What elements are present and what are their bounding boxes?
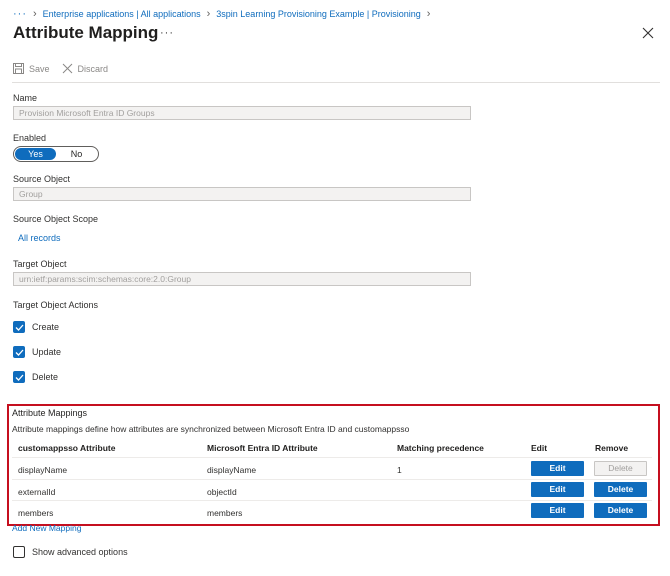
column-header-edit: Edit bbox=[531, 443, 548, 453]
add-new-mapping-link[interactable]: Add New Mapping bbox=[12, 523, 81, 533]
breadcrumb-more-icon[interactable]: ··· bbox=[13, 8, 27, 20]
edit-button[interactable]: Edit bbox=[531, 503, 584, 518]
checkmark-icon bbox=[15, 374, 23, 381]
toolbar: Save Discard bbox=[13, 63, 108, 74]
attribute-mappings-title: Attribute Mappings bbox=[12, 408, 88, 418]
column-header-remove: Remove bbox=[595, 443, 629, 453]
enabled-yes-option[interactable]: Yes bbox=[15, 148, 56, 160]
name-field[interactable]: Provision Microsoft Entra ID Groups bbox=[13, 106, 471, 120]
row-source-attribute: members bbox=[207, 508, 243, 518]
update-checkbox[interactable] bbox=[13, 346, 25, 358]
edit-button[interactable]: Edit bbox=[531, 482, 584, 497]
attribute-mappings-description: Attribute mappings define how attributes… bbox=[12, 424, 410, 434]
target-object-field[interactable]: urn:ietf:params:scim:schemas:core:2.0:Gr… bbox=[13, 272, 471, 286]
advanced-options-label: Show advanced options bbox=[32, 547, 128, 557]
close-icon[interactable] bbox=[642, 27, 654, 39]
chevron-right-icon: › bbox=[33, 8, 37, 20]
all-records-link[interactable]: All records bbox=[18, 233, 61, 243]
discard-icon bbox=[62, 63, 72, 74]
enabled-toggle[interactable]: Yes No bbox=[13, 146, 99, 162]
create-label: Create bbox=[32, 322, 60, 332]
delete-checkbox[interactable] bbox=[13, 371, 25, 383]
column-header-target-attribute: customappsso Attribute bbox=[18, 443, 116, 453]
target-actions-label: Target Object Actions bbox=[13, 300, 99, 310]
update-checkbox-row[interactable]: Update bbox=[13, 346, 61, 358]
header-divider bbox=[12, 457, 652, 458]
source-scope-label: Source Object Scope bbox=[13, 214, 99, 224]
save-label: Save bbox=[29, 63, 50, 74]
row-source-attribute: objectId bbox=[207, 487, 237, 497]
enabled-no-option[interactable]: No bbox=[56, 148, 97, 160]
target-object-label: Target Object bbox=[13, 259, 67, 269]
enabled-label: Enabled bbox=[13, 133, 47, 143]
source-object-label: Source Object bbox=[13, 174, 71, 184]
create-checkbox[interactable] bbox=[13, 321, 25, 333]
discard-label: Discard bbox=[77, 63, 109, 74]
row-target-attribute[interactable]: displayName bbox=[18, 465, 67, 475]
row-source-attribute: displayName bbox=[207, 465, 257, 475]
breadcrumb: ··· › Enterprise applications | All appl… bbox=[13, 7, 430, 21]
row-target-attribute[interactable]: members bbox=[18, 508, 53, 518]
discard-button[interactable]: Discard bbox=[62, 63, 109, 74]
delete-button-disabled: Delete bbox=[594, 461, 647, 476]
delete-button[interactable]: Delete bbox=[594, 503, 647, 518]
edit-button[interactable]: Edit bbox=[531, 461, 584, 476]
advanced-options-row[interactable]: Show advanced options bbox=[13, 546, 128, 558]
breadcrumb-provisioning[interactable]: 3spin Learning Provisioning Example | Pr… bbox=[216, 9, 420, 19]
create-checkbox-row[interactable]: Create bbox=[13, 321, 59, 333]
delete-button[interactable]: Delete bbox=[594, 482, 647, 497]
page-title: Attribute Mapping bbox=[13, 23, 159, 42]
delete-checkbox-row[interactable]: Delete bbox=[13, 371, 58, 383]
checkmark-icon bbox=[15, 324, 23, 331]
column-header-matching-precedence: Matching precedence bbox=[397, 443, 484, 453]
checkmark-icon bbox=[15, 349, 23, 356]
chevron-right-icon: › bbox=[426, 8, 431, 20]
row-matching-precedence: 1 bbox=[397, 465, 402, 475]
column-header-source-attribute: Microsoft Entra ID Attribute bbox=[207, 443, 318, 453]
chevron-right-icon: › bbox=[206, 8, 211, 20]
update-label: Update bbox=[32, 347, 62, 357]
save-button[interactable]: Save bbox=[13, 63, 50, 74]
save-icon bbox=[13, 63, 24, 74]
source-object-field[interactable]: Group bbox=[13, 187, 471, 201]
more-options-icon[interactable]: ··· bbox=[160, 27, 174, 39]
row-divider bbox=[12, 500, 652, 501]
name-label: Name bbox=[13, 93, 38, 103]
toolbar-divider bbox=[12, 82, 660, 83]
breadcrumb-enterprise-apps[interactable]: Enterprise applications | All applicatio… bbox=[43, 9, 201, 19]
row-divider bbox=[12, 479, 652, 480]
row-target-attribute[interactable]: externalId bbox=[18, 487, 55, 497]
delete-label: Delete bbox=[32, 372, 59, 382]
advanced-options-checkbox[interactable] bbox=[13, 546, 25, 558]
